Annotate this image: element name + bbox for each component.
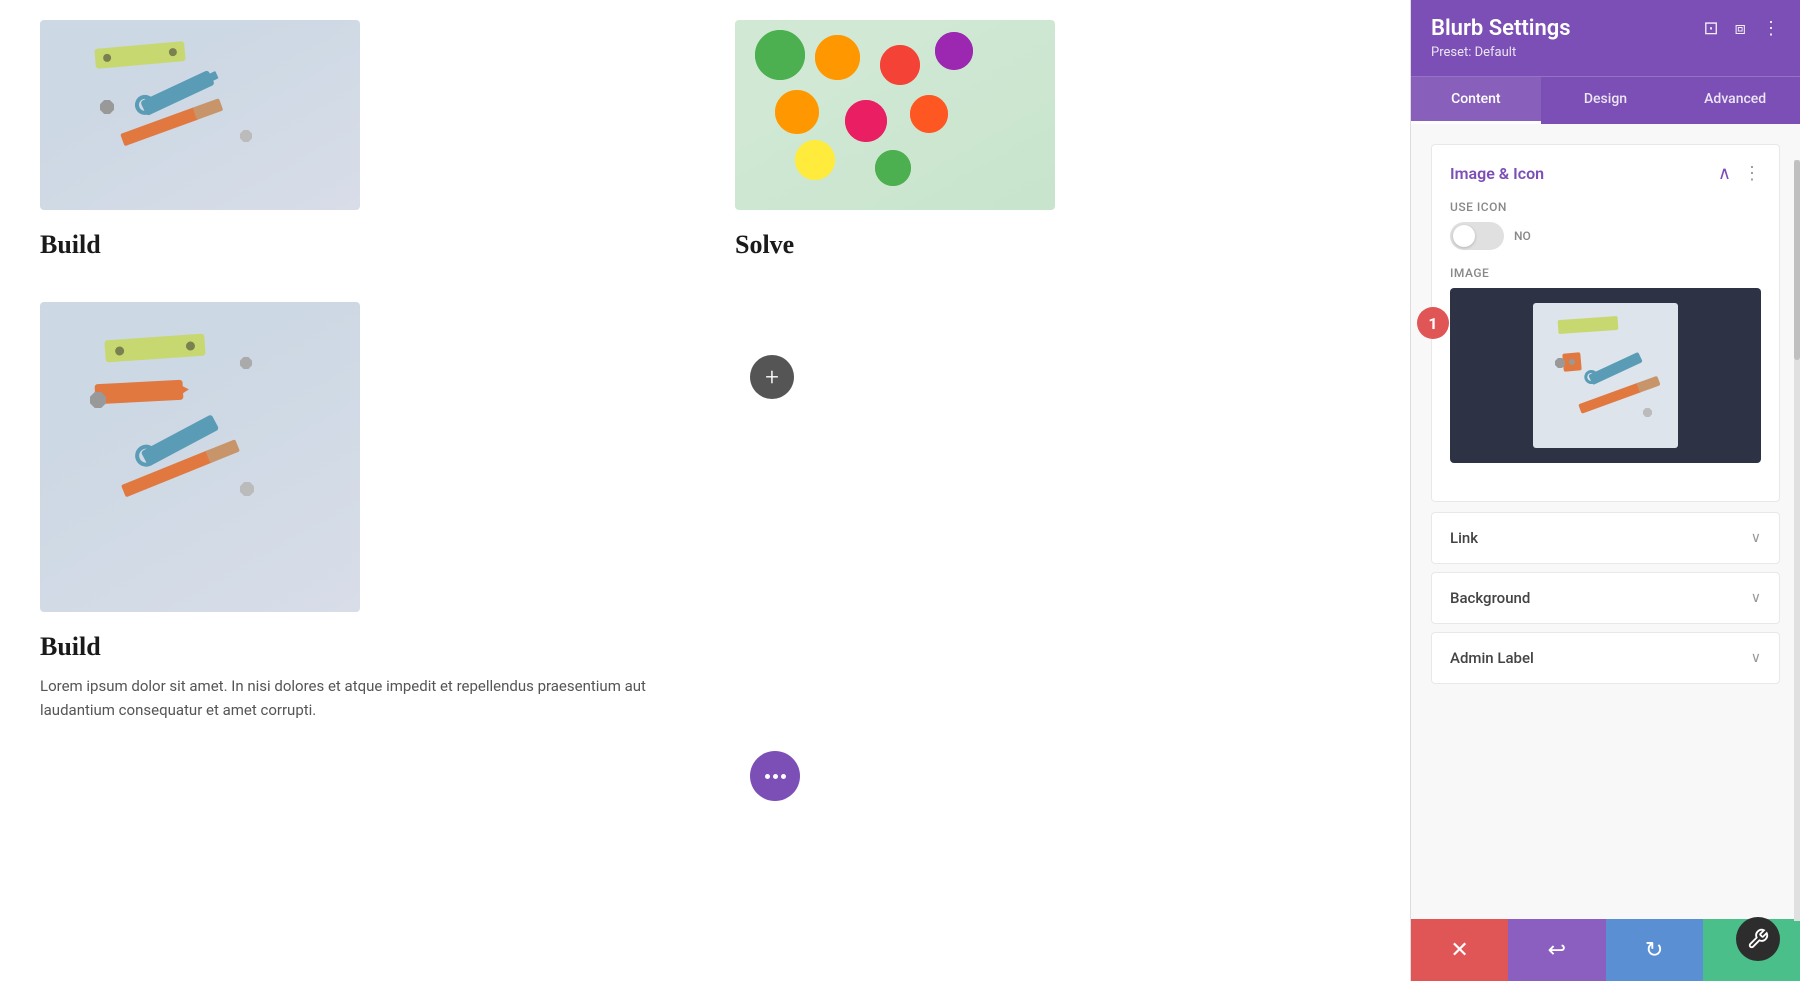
- fullscreen-icon[interactable]: ⊡: [1703, 18, 1718, 39]
- blurb-card-build-bottom: Build Lorem ipsum dolor sit amet. In nis…: [40, 302, 675, 722]
- scrollbar-track: [1794, 160, 1800, 921]
- blurb-title-solve: Solve: [735, 230, 1370, 260]
- kebab-icon[interactable]: ⋮: [1762, 18, 1780, 39]
- background-accordion-arrow: ∨: [1751, 590, 1761, 606]
- collapse-icon[interactable]: ∧: [1718, 163, 1731, 184]
- cancel-button[interactable]: ✕: [1411, 919, 1508, 981]
- blurb-title-build-bottom: Build: [40, 632, 675, 662]
- tab-design[interactable]: Design: [1541, 77, 1671, 124]
- blurb-card-solve: Solve: [735, 20, 1370, 272]
- scrollbar-thumb[interactable]: [1794, 160, 1800, 360]
- redo-icon: ↻: [1645, 938, 1663, 963]
- use-icon-label: Use Icon: [1450, 200, 1761, 214]
- settings-header: Blurb Settings ⊡ ⧈ ⋮ Preset: Default: [1411, 0, 1800, 76]
- use-icon-toggle[interactable]: [1450, 222, 1504, 250]
- admin-label-accordion: Admin Label ∨: [1431, 632, 1780, 684]
- settings-body: Image & Icon ∧ ⋮ 1 Use Icon NO Ima: [1411, 124, 1800, 919]
- background-accordion: Background ∨: [1431, 572, 1780, 624]
- background-section-title: Background: [1450, 589, 1530, 607]
- blurb-card-build-top: Build: [40, 20, 675, 272]
- link-accordion: Link ∨: [1431, 512, 1780, 564]
- more-options-button[interactable]: [750, 751, 800, 801]
- redo-button[interactable]: ↻: [1606, 919, 1703, 981]
- blurb-image-build-bottom: [40, 302, 360, 612]
- blurb-grid: Build: [40, 20, 1370, 722]
- wrench-icon: [1747, 928, 1769, 950]
- link-section-title: Link: [1450, 529, 1478, 547]
- use-icon-field: Use Icon NO: [1450, 200, 1761, 250]
- more-dots: [765, 774, 786, 779]
- add-blurb-button[interactable]: +: [750, 355, 794, 399]
- image-thumbnail: [1533, 303, 1678, 448]
- admin-label-section-title: Admin Label: [1450, 649, 1534, 667]
- main-content: Build: [0, 0, 1410, 981]
- image-field-label: Image: [1450, 266, 1761, 280]
- image-preview[interactable]: [1450, 288, 1761, 463]
- toggle-value: NO: [1514, 229, 1531, 243]
- blurb-card-empty: [735, 302, 1370, 722]
- link-accordion-arrow: ∨: [1751, 530, 1761, 546]
- section-title-image-icon: Image & Icon: [1450, 164, 1544, 183]
- add-icon: +: [765, 363, 779, 391]
- settings-panel: Blurb Settings ⊡ ⧈ ⋮ Preset: Default Con…: [1410, 0, 1800, 981]
- tab-content[interactable]: Content: [1411, 77, 1541, 124]
- admin-label-accordion-arrow: ∨: [1751, 650, 1761, 666]
- blurb-title-build-top: Build: [40, 230, 675, 260]
- section-badge: 1: [1417, 307, 1449, 339]
- cancel-icon: ✕: [1450, 938, 1468, 963]
- tab-advanced[interactable]: Advanced: [1670, 77, 1800, 124]
- background-accordion-header[interactable]: Background ∨: [1432, 573, 1779, 623]
- blurb-image-solve: [735, 20, 1055, 210]
- admin-label-accordion-header[interactable]: Admin Label ∨: [1432, 633, 1779, 683]
- toggle-knob: [1453, 225, 1475, 247]
- blurb-text-build-bottom: Lorem ipsum dolor sit amet. In nisi dolo…: [40, 674, 675, 722]
- settings-tabs: Content Design Advanced: [1411, 76, 1800, 124]
- link-accordion-header[interactable]: Link ∨: [1432, 513, 1779, 563]
- preset-label: Preset: Default: [1431, 45, 1780, 60]
- columns-icon[interactable]: ⧈: [1735, 18, 1746, 39]
- wrench-button[interactable]: [1736, 917, 1780, 961]
- header-icons: ⊡ ⧈ ⋮: [1703, 18, 1780, 39]
- undo-button[interactable]: ↩: [1508, 919, 1605, 981]
- blurb-image-build-top: [40, 20, 360, 210]
- settings-title: Blurb Settings: [1431, 16, 1571, 41]
- undo-icon: ↩: [1548, 938, 1566, 963]
- image-icon-section: Image & Icon ∧ ⋮ 1 Use Icon NO Ima: [1431, 144, 1780, 502]
- section-menu-icon[interactable]: ⋮: [1743, 163, 1761, 184]
